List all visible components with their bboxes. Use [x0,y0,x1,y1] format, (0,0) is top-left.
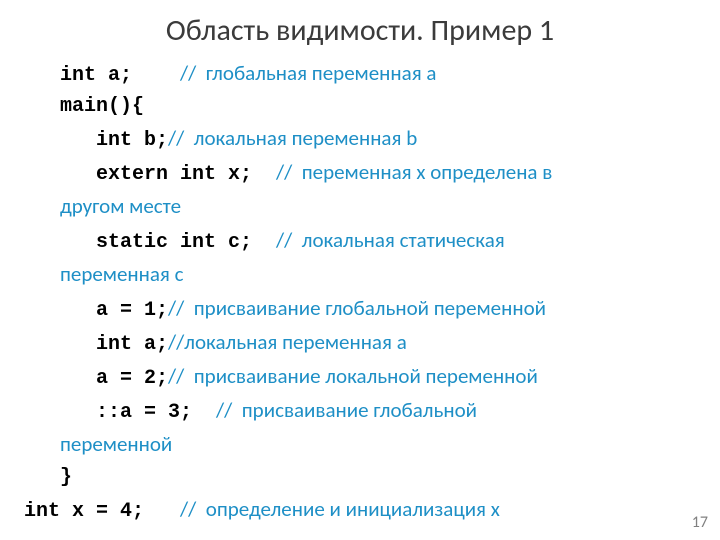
code-line: int a; // глобальная переменная a [24,57,696,91]
code-line-wrap: переменная c [24,258,696,292]
code-line: extern int x; // переменная x определена… [24,156,696,190]
code-text: a = 1; [96,299,168,322]
code-line: int a;//локальная переменная a [24,326,696,360]
comment-text: // присваивание глобальной [216,397,477,423]
comment-text: другом месте [60,193,181,219]
code-line: } [24,462,696,493]
code-text: int b; [96,129,168,152]
code-line-wrap: другом месте [24,190,696,224]
code-line: int x = 4; // определение и инициализаци… [24,493,696,527]
code-line: a = 2;// присваивание локальной переменн… [24,360,696,394]
comment-text: // локальная статическая [276,227,505,253]
code-text: ::a = 3; [96,401,216,424]
code-text: int a; [60,64,180,87]
comment-text: // определение и инициализация x [180,496,500,522]
page-number: 17 [692,513,708,532]
code-line-wrap: переменной [24,428,696,462]
code-line: a = 1;// присваивание глобальной перемен… [24,292,696,326]
comment-text: // присваивание глобальной переменной [168,295,546,321]
code-line: ::a = 3; // присваивание глобальной [24,394,696,428]
code-text: extern int x; [96,163,276,186]
code-text: static int c; [96,231,276,254]
code-text: int x = 4; [24,500,180,523]
code-text: int a; [96,333,168,356]
comment-text: переменная c [60,261,184,287]
comment-text: // локальная переменная b [168,125,417,151]
code-block: int a; // глобальная переменная a main()… [0,57,720,527]
code-text: main(){ [60,95,144,118]
slide-title: Область видимости. Пример 1 [0,0,720,57]
code-text: a = 2; [96,367,168,390]
comment-text: переменной [60,431,172,457]
comment-text: // присваивание локальной переменной [168,363,538,389]
comment-text: //локальная переменная a [168,329,407,355]
comment-text: // глобальная переменная a [180,60,436,86]
code-line: static int c; // локальная статическая [24,224,696,258]
code-line: main(){ [24,91,696,122]
code-line: int b;// локальная переменная b [24,122,696,156]
comment-text: // переменная x определена в [276,159,552,185]
code-text: } [60,466,72,489]
